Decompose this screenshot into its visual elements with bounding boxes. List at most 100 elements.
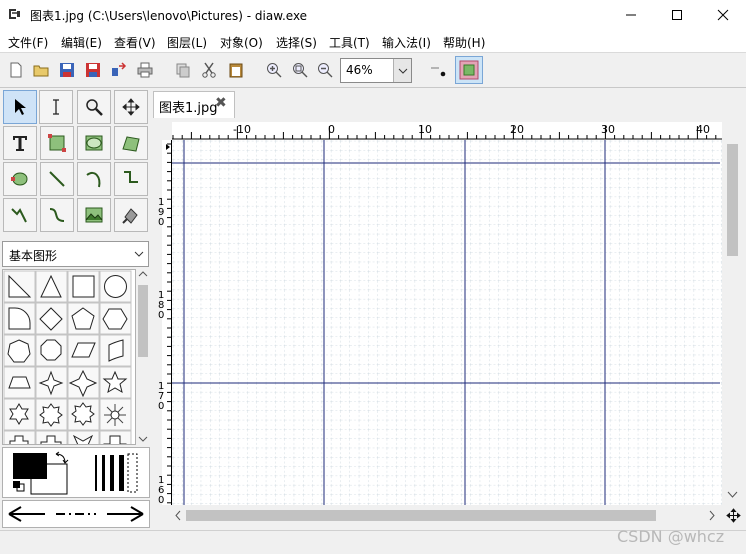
pointer-tool[interactable] (3, 90, 37, 124)
right-triangle-icon (3, 270, 36, 303)
cut-button[interactable] (199, 60, 219, 80)
circle-icon (99, 270, 132, 303)
triangle-icon (35, 270, 68, 303)
dash-dot-line-icon (56, 513, 96, 515)
plus-icon (35, 430, 68, 444)
line-style-button[interactable] (52, 501, 100, 527)
watermark: CSDN @whcz (617, 527, 725, 546)
zoom-dropdown-button[interactable] (393, 59, 411, 82)
layer-toggle[interactable] (455, 56, 483, 84)
menu-view[interactable]: 查看(V) (114, 34, 156, 51)
end-arrow-button[interactable] (101, 501, 149, 527)
menu-object[interactable]: 对象(O) (220, 34, 263, 51)
move-tool[interactable] (114, 90, 148, 124)
star8-icon (67, 398, 100, 431)
print-button[interactable] (135, 60, 155, 80)
ruler-label: 30 (601, 123, 615, 136)
vertical-scrollbar[interactable] (724, 140, 741, 506)
chevron-down-icon (398, 68, 407, 74)
new-button[interactable] (6, 60, 26, 80)
menu-select[interactable]: 选择(S) (276, 34, 317, 51)
vertical-ruler (162, 140, 172, 505)
zoom-out-button[interactable] (315, 60, 335, 80)
outline-tool[interactable] (114, 198, 148, 232)
arc-tool[interactable] (77, 162, 111, 196)
save-as-button[interactable] (83, 60, 103, 80)
shape-sheet-dropdown[interactable] (130, 242, 148, 266)
horizontal-ruler (172, 122, 722, 140)
diagram-canvas[interactable] (152, 118, 746, 530)
close-icon (717, 9, 729, 21)
horizontal-scrollbar[interactable] (172, 507, 720, 524)
star4-sharp-icon (35, 366, 68, 399)
line-tool-icon (49, 171, 65, 187)
menu-layer[interactable]: 图层(L) (167, 34, 207, 51)
shape-sheet-value: 基本图形 (9, 249, 58, 263)
open-folder-icon (33, 65, 49, 77)
shape-sheet-select[interactable]: 基本图形 (2, 241, 149, 267)
cut-icon (202, 62, 216, 78)
paste-button[interactable] (226, 60, 246, 80)
image-tool[interactable] (77, 198, 111, 232)
text-tool[interactable] (3, 126, 37, 160)
menu-bar (0, 30, 746, 52)
tab-close-icon[interactable]: ✖ (215, 95, 227, 111)
zoom-value: 46% (346, 63, 373, 77)
menu-help[interactable]: 帮助(H) (443, 34, 485, 51)
snap-to-grid-toggle[interactable] (429, 58, 451, 82)
zoom-out-icon (318, 63, 333, 78)
polygon-tool[interactable] (114, 126, 148, 160)
burst-icon (99, 398, 132, 431)
magnifier-tool[interactable] (77, 90, 111, 124)
move-tool-icon (122, 98, 140, 116)
save-button[interactable] (57, 60, 77, 80)
copy-button[interactable] (173, 60, 193, 80)
export-button[interactable] (109, 60, 129, 80)
ruler-label: 40 (696, 123, 710, 136)
polyline-tool[interactable] (3, 198, 37, 232)
menu-edit[interactable]: 编辑(E) (61, 34, 102, 51)
ruler-label: 1 8 0 (158, 290, 165, 321)
hexagon-icon (99, 302, 132, 335)
paste-icon (229, 63, 243, 78)
star6-icon (3, 398, 36, 431)
zoom-select[interactable]: 46% (340, 58, 412, 83)
pointer-tool-icon (15, 99, 26, 115)
beziergon-tool[interactable] (3, 162, 37, 196)
star5-icon (99, 366, 132, 399)
box-tool[interactable] (40, 126, 74, 160)
maximize-button[interactable] (654, 0, 700, 30)
shape-palette (2, 269, 136, 445)
save-icon (60, 63, 74, 77)
ellipse-tool[interactable] (77, 126, 111, 160)
trapezoid-icon (3, 366, 36, 399)
start-arrow-button[interactable] (3, 501, 51, 527)
minimize-button[interactable] (608, 0, 654, 30)
zoom-in-button[interactable] (264, 60, 284, 80)
arrow-right-icon (107, 506, 144, 522)
document-tab[interactable]: 图表1.jpg ✖ (153, 91, 235, 118)
minimize-icon (626, 14, 636, 16)
app-icon (9, 9, 20, 19)
window-title: 图表1.jpg (C:\Users\lenovo\Pictures) - dia… (30, 9, 308, 23)
zigzag-tool[interactable] (114, 162, 148, 196)
menu-tools[interactable]: 工具(T) (329, 34, 370, 51)
zoom-fit-icon (293, 63, 308, 78)
close-button[interactable] (700, 0, 746, 30)
open-button[interactable] (31, 60, 51, 80)
menu-input-method[interactable]: 输入法(I) (382, 34, 431, 51)
move-view-corner-button[interactable] (726, 508, 741, 523)
layer-select-icon (459, 60, 479, 80)
zoom-fit-button[interactable] (290, 60, 310, 80)
text-cursor-tool[interactable] (39, 90, 73, 124)
line-tool[interactable] (40, 162, 74, 196)
heptagon-icon (3, 334, 36, 367)
scrollbar-graphic (138, 271, 148, 442)
flag-icon (99, 334, 132, 367)
menu-file[interactable]: 文件(F) (8, 34, 48, 51)
document-tab-label: 图表1.jpg (159, 101, 218, 116)
shape-palette-scrollbar[interactable] (136, 269, 150, 445)
polyline-tool-icon (11, 208, 27, 223)
snap-grid-icon (431, 67, 446, 77)
bezier-tool[interactable] (40, 198, 74, 232)
